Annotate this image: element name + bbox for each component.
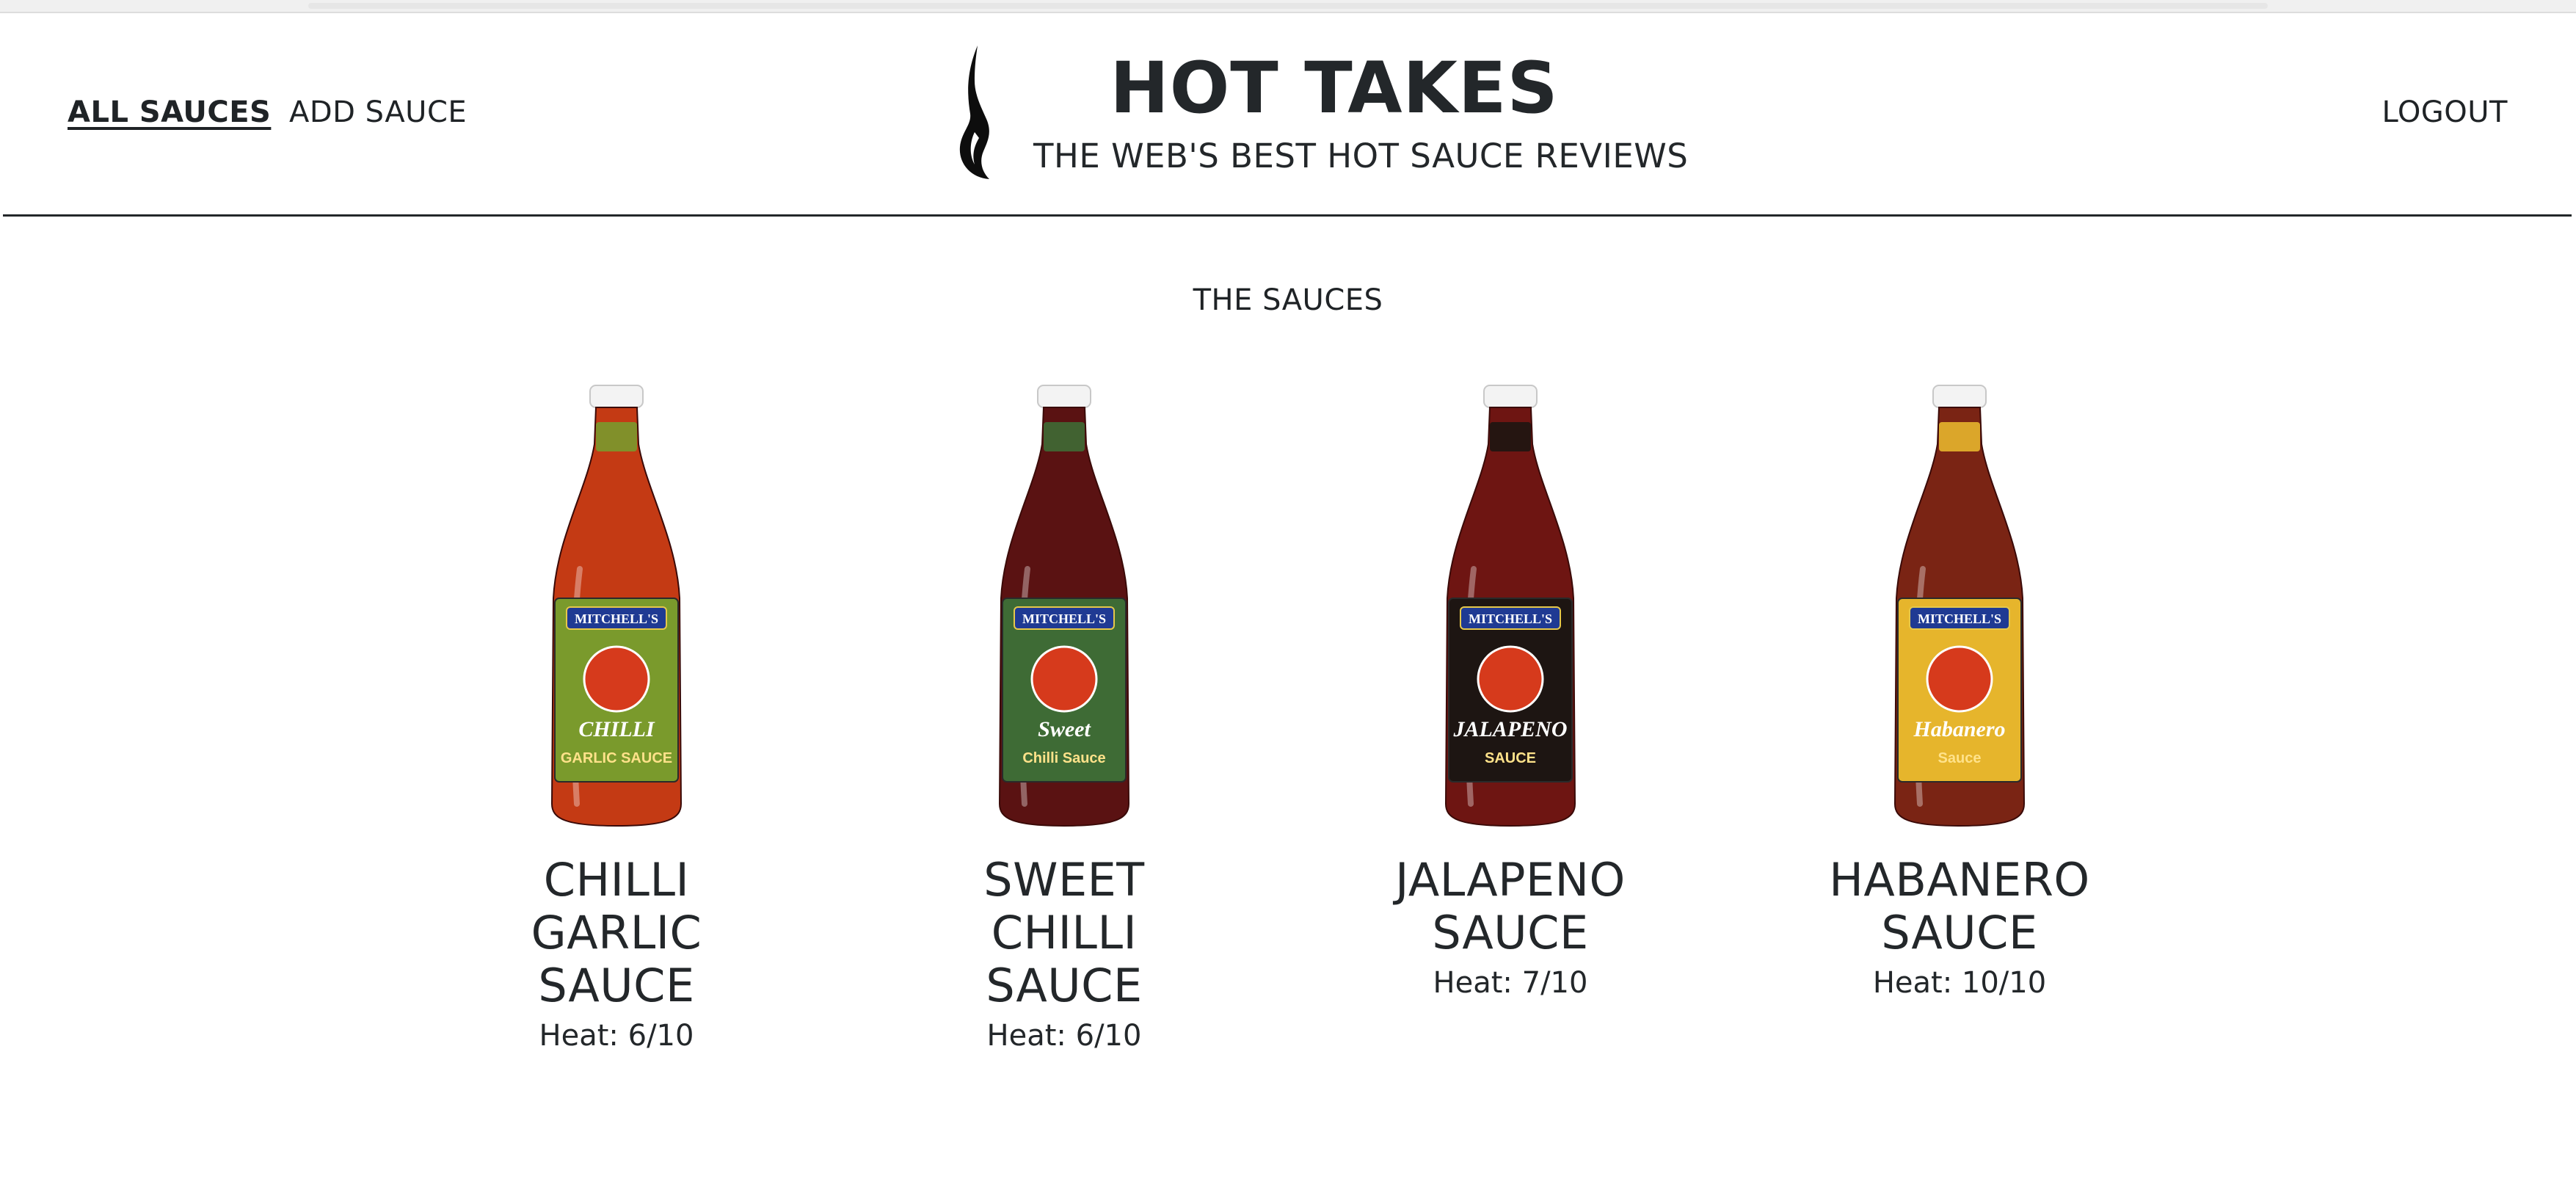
sauce-name: CHILLI GARLIC SAUCE [531, 853, 702, 1012]
neck-label [1490, 422, 1531, 451]
sauce-heat: Heat: 7/10 [1433, 966, 1588, 1000]
sauce-heat: Heat: 10/10 [1872, 966, 2047, 1000]
label-title: Sweet [1038, 717, 1091, 741]
label-subtitle: Chilli Sauce [1022, 750, 1105, 766]
brand-text: MITCHELL'S [575, 611, 658, 626]
label-subtitle: SAUCE [1485, 750, 1536, 766]
sauce-bottle-image: MITCHELL'S Habanero Sauce [1893, 385, 2026, 827]
sauce-card[interactable]: MITCHELL'S JALAPENO SAUCE JALAPENO SAUCE H… [1320, 378, 1701, 1001]
label-graphic [1926, 645, 1993, 713]
browser-top-strip-bar [308, 3, 2268, 9]
sauce-bottle-image: MITCHELL'S JALAPENO SAUCE [1444, 385, 1576, 827]
brand-text: MITCHELL'S [1918, 611, 2001, 626]
label-graphic [583, 645, 650, 713]
label-title: Habanero [1913, 717, 2005, 741]
label-graphic [1030, 645, 1098, 713]
bottle-cap [1932, 385, 1987, 408]
brand-text: MITCHELL'S [1469, 611, 1552, 626]
neck-label [1044, 422, 1085, 451]
neck-label [1939, 422, 1980, 451]
sauce-card[interactable]: MITCHELL'S Sweet Chilli Sauce SWEET CHILLI… [873, 378, 1255, 1053]
label-title: JALAPENO [1452, 717, 1567, 741]
label-graphic [1477, 645, 1544, 713]
section-title: THE SAUCES [1193, 283, 1383, 317]
bottle-cap [1037, 385, 1091, 408]
label-title: CHILLI [578, 717, 655, 741]
bottle-cap [1483, 385, 1538, 408]
sauce-heat: Heat: 6/10 [539, 1019, 694, 1053]
nav-add-sauce-link[interactable]: ADD SAUCE [289, 95, 467, 129]
label-subtitle: GARLIC SAUCE [561, 750, 672, 766]
site-tagline: THE WEB'S BEST HOT SAUCE REVIEWS [1033, 137, 1689, 175]
neck-label [596, 422, 637, 451]
label-subtitle: Sauce [1938, 750, 1982, 766]
sauce-card[interactable]: MITCHELL'S CHILLI GARLIC SAUCE CHILLI GARL… [426, 378, 807, 1053]
brand-text: MITCHELL'S [1022, 611, 1106, 626]
header-divider [3, 214, 2572, 217]
logout-link[interactable]: LOGOUT [2382, 95, 2508, 129]
sauce-name: HABANERO SAUCE [1829, 853, 2090, 959]
sauce-heat: Heat: 6/10 [986, 1019, 1142, 1053]
bottle-cap [589, 385, 644, 408]
sauce-bottle-image: MITCHELL'S CHILLI GARLIC SAUCE [550, 385, 683, 827]
sauce-card[interactable]: MITCHELL'S Habanero Sauce HABANERO SAUCE H… [1769, 378, 2150, 1001]
site-title: HOT TAKES [1110, 47, 1559, 129]
browser-top-strip [0, 0, 2576, 13]
sauce-name: SWEET CHILLI SAUCE [983, 853, 1145, 1012]
nav-all-sauces-link[interactable]: ALL SAUCES [68, 95, 271, 129]
sauce-name: JALAPENO SAUCE [1395, 853, 1626, 959]
sauce-bottle-image: MITCHELL'S Sweet Chilli Sauce [998, 385, 1130, 827]
